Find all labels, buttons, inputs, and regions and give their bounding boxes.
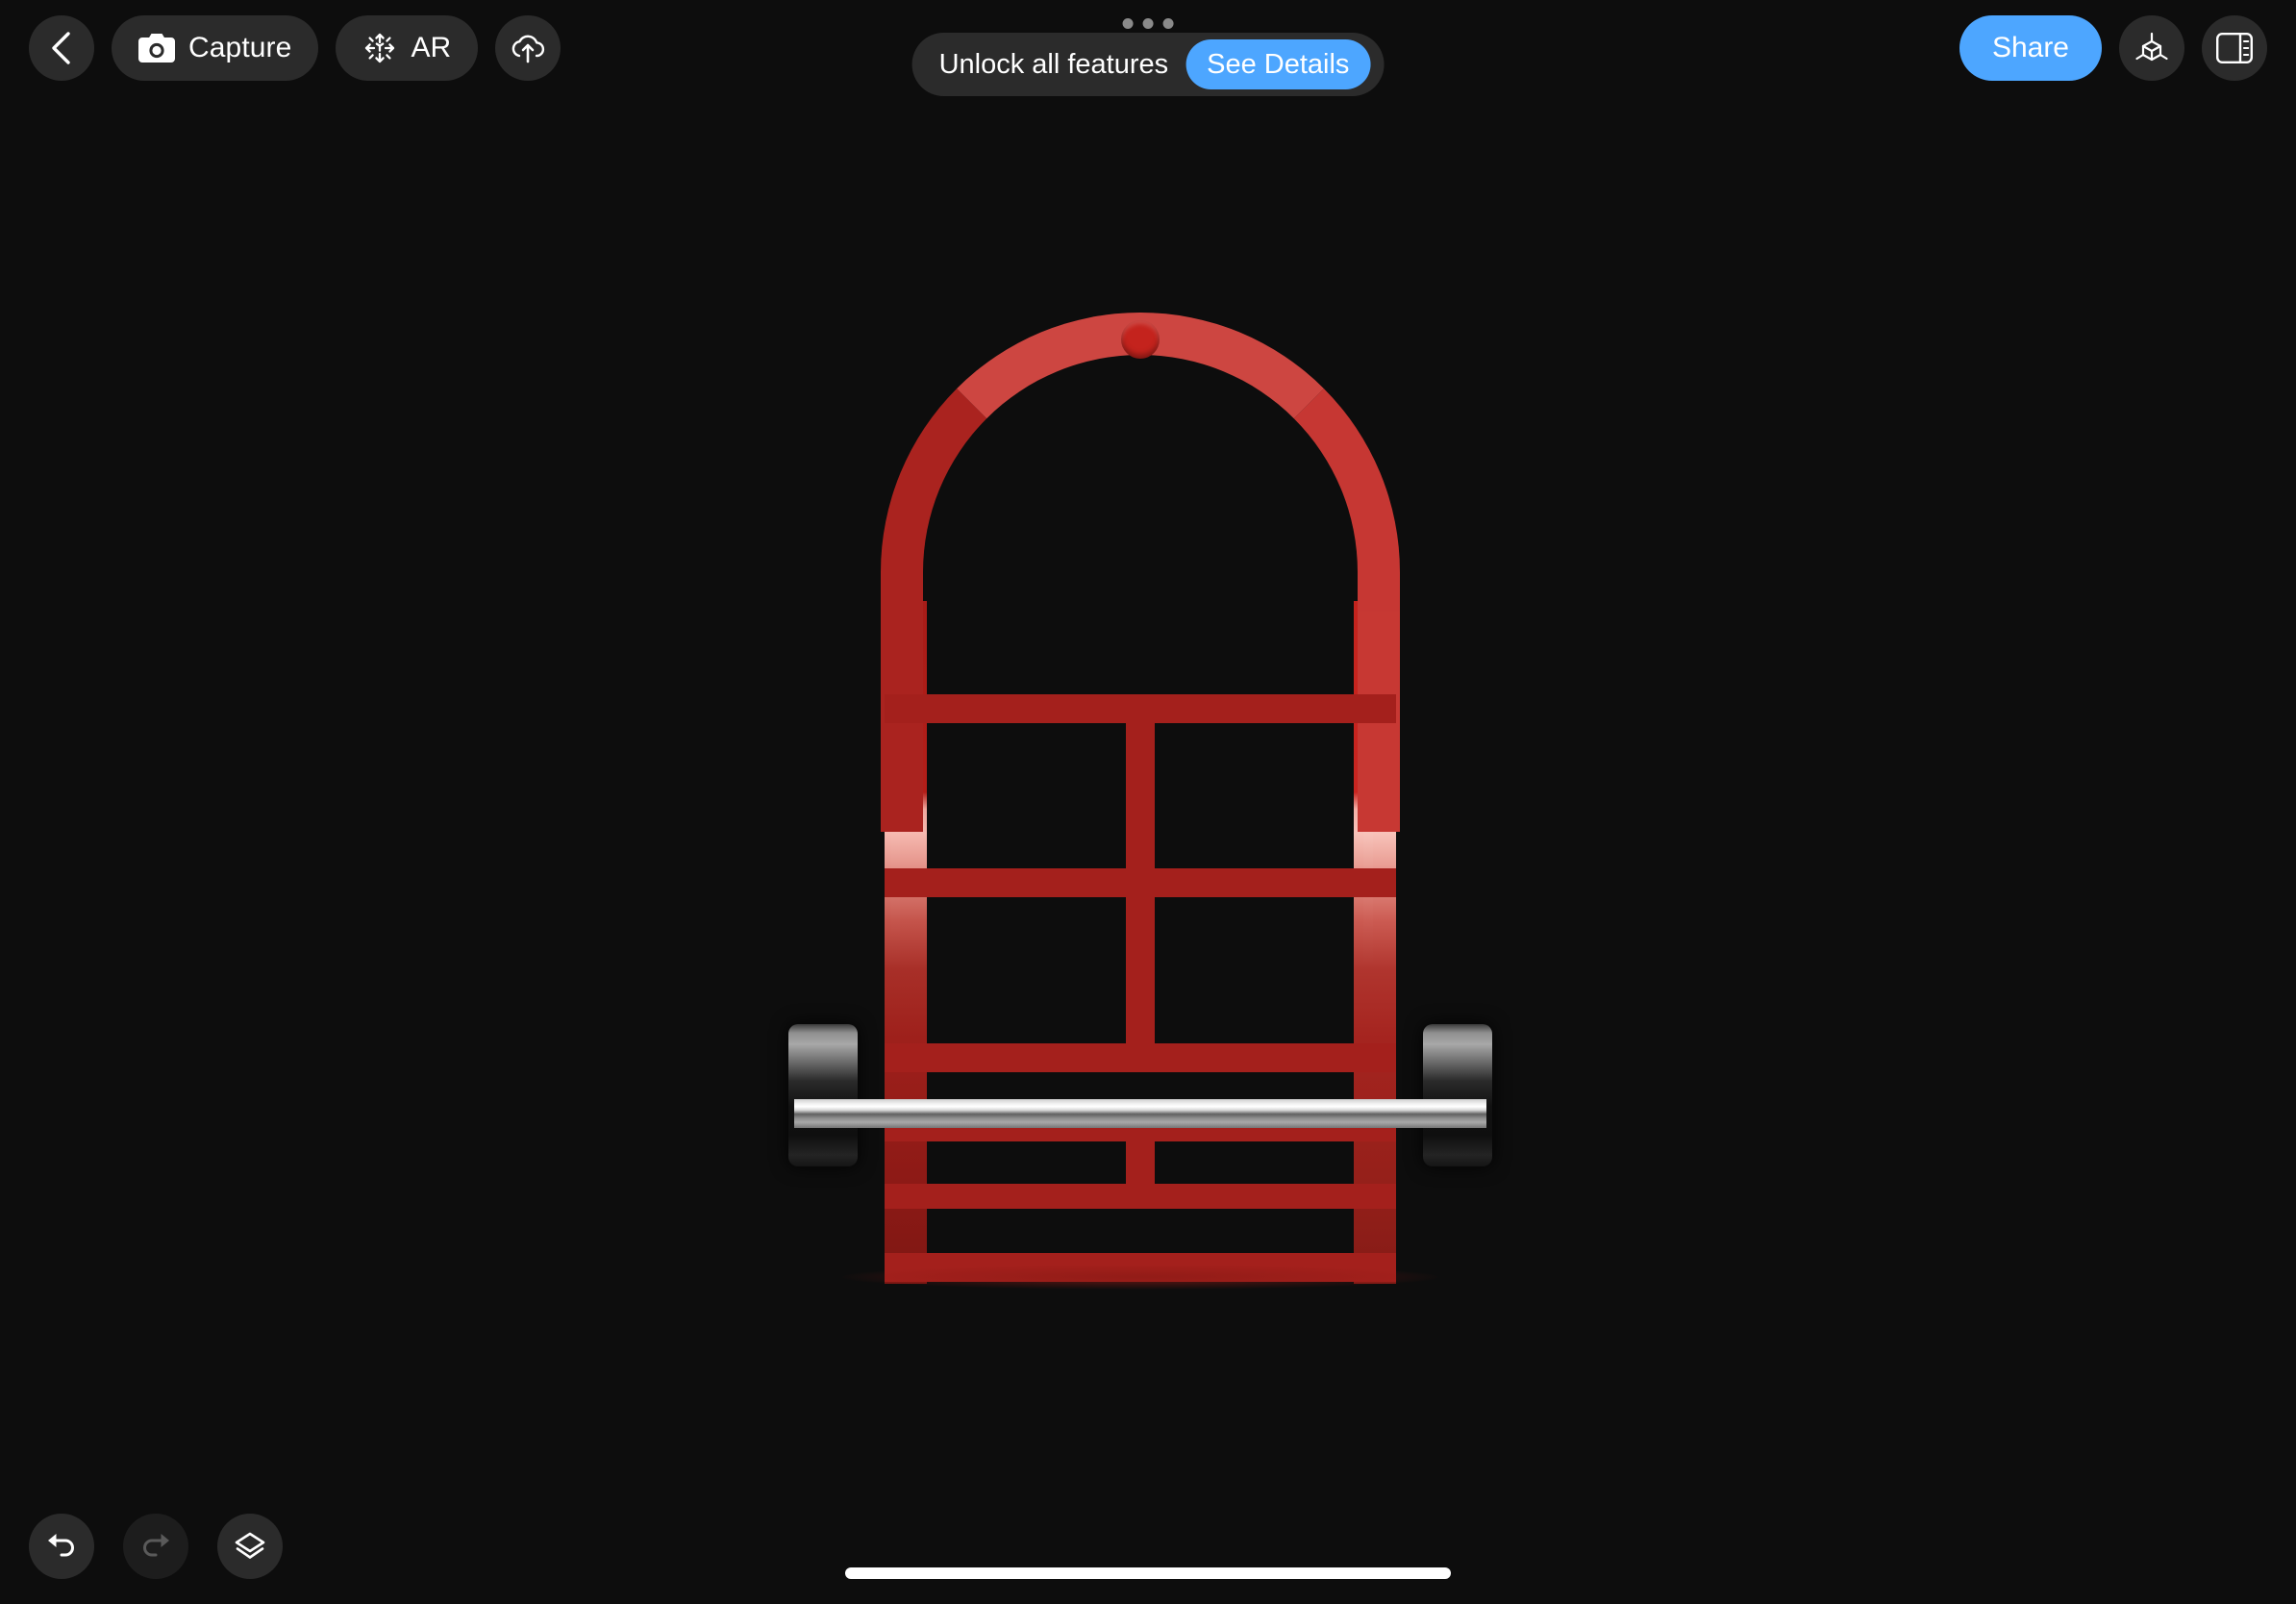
redo-button[interactable] bbox=[123, 1514, 188, 1579]
center-divider-lower bbox=[1126, 1116, 1155, 1209]
layers-stack-icon bbox=[232, 1530, 268, 1563]
handle-rivet bbox=[1121, 320, 1160, 359]
undo-arrow-icon bbox=[44, 1532, 79, 1561]
redo-arrow-icon bbox=[138, 1532, 173, 1561]
3d-cube-axis-icon bbox=[2133, 29, 2171, 67]
model-viewport[interactable] bbox=[0, 0, 2296, 1604]
promo-banner-message: Unlock all features bbox=[938, 48, 1169, 80]
page-dot bbox=[1122, 17, 1134, 29]
home-indicator-bar[interactable] bbox=[845, 1567, 1451, 1579]
undo-button[interactable] bbox=[29, 1514, 94, 1579]
upload-button[interactable] bbox=[495, 15, 562, 81]
ar-button[interactable]: AR bbox=[336, 15, 479, 81]
bottom-toolbar bbox=[29, 1514, 283, 1579]
share-button[interactable]: Share bbox=[1959, 15, 2102, 81]
ar-cube-arrows-icon bbox=[362, 31, 397, 65]
page-dot bbox=[1162, 17, 1174, 29]
layers-button[interactable] bbox=[217, 1514, 283, 1579]
top-toolbar-right-group: Share bbox=[1959, 15, 2267, 81]
see-details-button[interactable]: See Details bbox=[1185, 39, 1371, 89]
model-view-button[interactable] bbox=[2119, 15, 2184, 81]
chevron-left-icon bbox=[49, 31, 74, 65]
promo-banner[interactable]: Unlock all features See Details bbox=[911, 33, 1385, 96]
share-label: Share bbox=[1991, 32, 2069, 63]
wheel-left bbox=[788, 1024, 858, 1166]
page-dot bbox=[1142, 17, 1154, 29]
hand-truck-model[interactable] bbox=[788, 313, 1492, 1290]
inspector-panel-button[interactable] bbox=[2202, 15, 2267, 81]
ground-shadow bbox=[842, 1265, 1438, 1290]
sidebar-panel-icon bbox=[2215, 32, 2254, 64]
capture-label: Capture bbox=[188, 32, 292, 63]
cloud-upload-icon bbox=[510, 32, 546, 64]
wheel-right bbox=[1423, 1024, 1492, 1166]
promo-banner-container: Unlock all features See Details bbox=[911, 17, 1385, 96]
camera-icon bbox=[138, 34, 175, 63]
top-toolbar-left-group: Capture AR bbox=[29, 15, 562, 81]
model-viewer-app: Capture AR Share Unlock all features See… bbox=[0, 0, 2296, 1604]
center-divider-upper bbox=[1126, 694, 1155, 1072]
capture-button[interactable]: Capture bbox=[112, 15, 319, 81]
page-dots-indicator bbox=[1122, 17, 1174, 29]
back-button[interactable] bbox=[29, 15, 94, 81]
ar-label: AR bbox=[411, 32, 452, 63]
axle-bar bbox=[794, 1099, 1486, 1128]
